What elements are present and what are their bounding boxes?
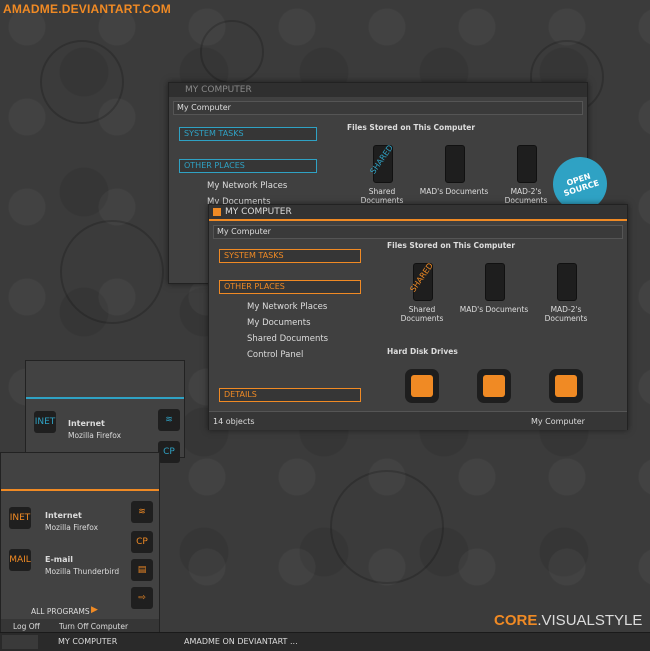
menu-divider xyxy=(1,489,159,491)
front-place-control-panel[interactable]: Control Panel xyxy=(247,350,303,360)
front-place-shared[interactable]: Shared Documents xyxy=(247,334,328,344)
hdd-icon[interactable] xyxy=(405,369,439,403)
menu-divider xyxy=(26,397,184,399)
front-other-places[interactable]: OTHER PLACES xyxy=(219,280,361,294)
taskbar-item-my-computer[interactable]: MY COMPUTER xyxy=(58,636,117,648)
back-internet-sub: Mozilla Firefox xyxy=(68,431,122,440)
back-address-bar[interactable]: My Computer xyxy=(173,101,583,115)
back-icon-label-mad2: MAD-2's Documents xyxy=(504,187,548,205)
front-icon-label-mad: MAD's Documents xyxy=(459,305,529,314)
front-place-documents[interactable]: My Documents xyxy=(247,318,311,328)
front-details[interactable]: DETAILS xyxy=(219,388,361,402)
inet-icon[interactable]: INET xyxy=(9,507,31,529)
back-mad-drive-icon[interactable] xyxy=(445,145,465,183)
swirl-pattern xyxy=(200,20,264,84)
log-off[interactable]: Log Off xyxy=(13,622,40,631)
rss-icon[interactable]: ≋ xyxy=(131,501,153,523)
taskbar: MY COMPUTER AMADME ON DEVIANTART ... xyxy=(0,632,650,651)
swirl-pattern xyxy=(330,470,444,584)
swirl-pattern xyxy=(60,220,164,324)
back-place-network[interactable]: My Network Places xyxy=(207,181,287,191)
front-system-tasks[interactable]: SYSTEM TASKS xyxy=(219,249,361,263)
front-mad2-drive-icon[interactable] xyxy=(557,263,577,301)
front-place-network[interactable]: My Network Places xyxy=(247,302,327,312)
back-window-titlebar[interactable]: MY COMPUTER xyxy=(169,83,587,97)
back-icon-label-shared: Shared Documents xyxy=(360,187,404,205)
all-programs[interactable]: ALL PROGRAMS xyxy=(31,607,90,616)
front-files-heading: Files Stored on This Computer xyxy=(387,241,516,250)
back-internet-label[interactable]: Internet xyxy=(68,419,105,428)
front-start-menu[interactable]: INET Internet Mozilla Firefox MAIL E-mai… xyxy=(0,452,160,634)
status-left: 14 objects xyxy=(213,417,255,426)
front-window-titlebar[interactable]: MY COMPUTER xyxy=(209,205,627,221)
back-icon-label-mad: MAD's Documents xyxy=(419,187,489,196)
hdd-icon[interactable] xyxy=(477,369,511,403)
brand-watermark: AMADME.DEVIANTART.COM xyxy=(3,2,171,16)
back-inet-icon[interactable]: INET xyxy=(34,411,56,433)
email-sub: Mozilla Thunderbird xyxy=(45,567,120,576)
cp-icon[interactable]: CP xyxy=(131,531,153,553)
swirl-pattern xyxy=(40,40,124,124)
front-window[interactable]: MY COMPUTER My Computer SYSTEM TASKS OTH… xyxy=(208,204,628,430)
hdd-icon[interactable] xyxy=(549,369,583,403)
front-icon-label-mad2: MAD-2's Documents xyxy=(544,305,588,323)
back-system-tasks[interactable]: SYSTEM TASKS xyxy=(179,127,317,141)
internet-sub: Mozilla Firefox xyxy=(45,523,99,532)
rss-icon[interactable]: ≋ xyxy=(158,409,180,431)
turn-off[interactable]: Turn Off Computer xyxy=(59,622,128,631)
all-programs-arrow-icon: ▶ xyxy=(91,605,98,615)
mail-icon[interactable]: MAIL xyxy=(9,549,31,571)
back-mad2-drive-icon[interactable] xyxy=(517,145,537,183)
front-address-bar[interactable]: My Computer xyxy=(213,225,623,239)
front-hdd-heading: Hard Disk Drives xyxy=(387,347,458,356)
back-start-menu[interactable]: INET Internet Mozilla Firefox ≋ CP xyxy=(25,360,185,463)
front-icon-label-shared: Shared Documents xyxy=(400,305,444,323)
window-icon xyxy=(213,208,221,216)
status-right: My Computer xyxy=(531,417,585,426)
printer-icon[interactable]: ▤ xyxy=(131,559,153,581)
back-files-heading: Files Stored on This Computer xyxy=(347,123,476,132)
internet-label[interactable]: Internet xyxy=(45,511,82,520)
back-other-places[interactable]: OTHER PLACES xyxy=(179,159,317,173)
email-label[interactable]: E-mail xyxy=(45,555,73,564)
run-arrow-icon[interactable]: ⇨ xyxy=(131,587,153,609)
back-cp-icon[interactable]: CP xyxy=(158,441,180,463)
start-button[interactable] xyxy=(2,635,38,649)
core-visualstyle-label: CORE.VISUALSTYLE xyxy=(494,612,643,629)
taskbar-item-deviantart[interactable]: AMADME ON DEVIANTART ... xyxy=(184,636,298,648)
front-mad-drive-icon[interactable] xyxy=(485,263,505,301)
